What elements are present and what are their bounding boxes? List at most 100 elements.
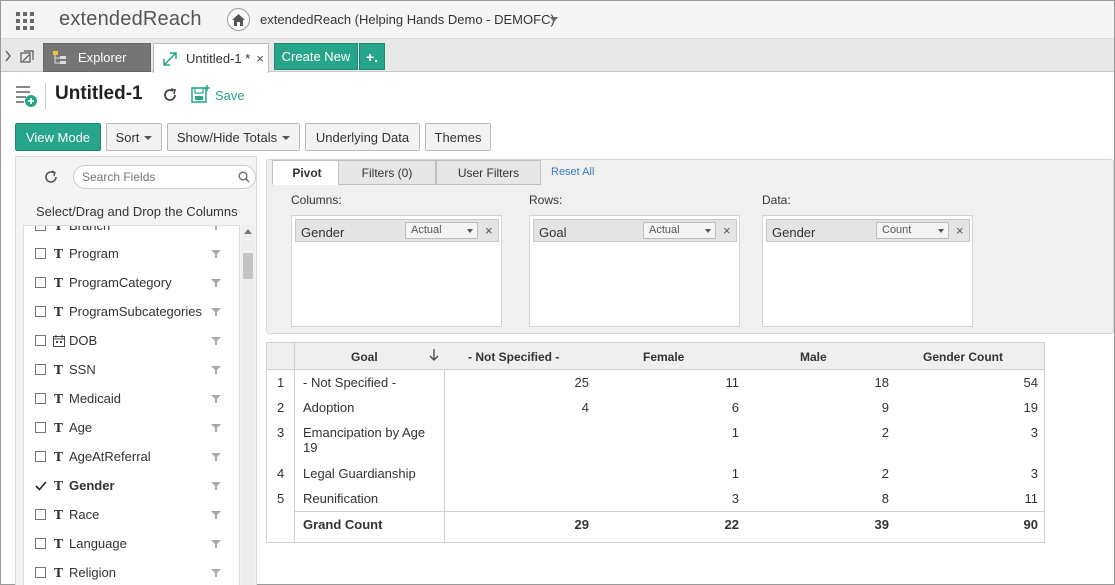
field-item-gender[interactable]: T Gender [24,471,239,500]
field-checkbox[interactable] [35,364,46,375]
save-icon[interactable] [191,84,211,104]
cell-value[interactable]: 8 [829,491,889,506]
field-checkbox[interactable] [35,567,46,578]
grand-count-value[interactable]: 29 [529,517,589,532]
header-gender-count[interactable]: Gender Count [923,350,1003,364]
filter-funnel-icon[interactable] [211,568,221,578]
app-launcher-icon[interactable] [16,12,34,30]
rows-aggregation-select[interactable]: Actual [643,222,716,239]
field-item-race[interactable]: T Race [24,500,239,529]
header-male[interactable]: Male [800,350,827,364]
tab-pivot[interactable]: Pivot [272,160,342,185]
panel-toggle-chevron-icon[interactable] [4,50,12,62]
cell-value[interactable]: 3 [978,466,1038,481]
org-dropdown-chevron-icon[interactable] [550,17,558,22]
field-checkbox[interactable] [35,538,46,549]
field-item-ageatreferral[interactable]: T AgeAtReferral [24,442,239,471]
show-hide-totals-button[interactable]: Show/Hide Totals [167,123,300,151]
refresh-icon[interactable] [161,86,179,104]
field-checkbox[interactable] [35,248,46,259]
grand-count-value[interactable]: 90 [978,517,1038,532]
field-checkbox[interactable] [35,422,46,433]
cell-value[interactable]: 9 [829,400,889,415]
cell-value[interactable]: 1 [679,466,739,481]
tab-explorer[interactable]: Explorer [43,43,151,72]
cell-value[interactable]: 25 [529,375,589,390]
filter-funnel-icon[interactable] [211,423,221,433]
remove-chip-icon[interactable]: × [485,223,493,238]
grand-count-value[interactable]: 22 [679,517,739,532]
filter-funnel-icon[interactable] [211,510,221,520]
cell-value[interactable]: 18 [829,375,889,390]
field-checkbox[interactable] [35,306,46,317]
search-fields-input[interactable] [73,165,256,189]
filter-funnel-icon[interactable] [211,278,221,288]
filter-funnel-icon[interactable] [211,539,221,549]
save-button[interactable]: Save [215,88,245,103]
field-item-language[interactable]: T Language [24,529,239,558]
columns-field-chip[interactable]: Gender Actual × [295,219,499,242]
cell-value[interactable]: 6 [679,400,739,415]
remove-chip-icon[interactable]: × [956,223,964,238]
sort-button[interactable]: Sort [106,123,162,151]
view-mode-button[interactable]: View Mode [15,123,101,151]
data-drop-zone[interactable]: Gender Count × [762,215,973,327]
checkmark-icon[interactable] [35,480,47,492]
restore-icon[interactable] [20,50,34,64]
field-item-programcategory[interactable]: T ProgramCategory [24,268,239,297]
header-not-specified[interactable]: - Not Specified - [468,350,559,364]
filter-funnel-icon[interactable] [211,225,221,231]
cell-value[interactable]: 1 [679,425,739,440]
field-checkbox[interactable] [35,226,46,231]
cell-value[interactable]: 3 [679,491,739,506]
org-title[interactable]: extendedReach (Helping Hands Demo - DEMO… [260,12,555,27]
header-goal[interactable]: Goal [351,350,378,364]
filter-funnel-icon[interactable] [211,394,221,404]
filter-funnel-icon[interactable] [211,336,221,346]
field-checkbox[interactable] [35,335,46,346]
filter-funnel-icon[interactable] [211,452,221,462]
data-field-chip[interactable]: Gender Count × [766,219,970,242]
field-item-age[interactable]: T Age [24,413,239,442]
filter-funnel-icon[interactable] [211,481,221,491]
field-item-programsubcategories[interactable]: T ProgramSubcategories [24,297,239,326]
scroll-up-arrow-icon[interactable] [244,229,252,234]
field-item-medicaid[interactable]: T Medicaid [24,384,239,413]
tab-filters[interactable]: Filters (0) [338,160,436,185]
cell-value[interactable]: 4 [529,400,589,415]
field-checkbox[interactable] [35,509,46,520]
remove-chip-icon[interactable]: × [723,223,731,238]
field-item-ssn[interactable]: T SSN [24,355,239,384]
rows-drop-zone[interactable]: Goal Actual × [529,215,740,327]
columns-drop-zone[interactable]: Gender Actual × [291,215,502,327]
scrollbar-thumb[interactable] [243,253,253,279]
filter-funnel-icon[interactable] [211,365,221,375]
sort-down-arrow-icon[interactable] [429,349,439,362]
filter-funnel-icon[interactable] [211,307,221,317]
grand-count-value[interactable]: 39 [829,517,889,532]
field-item-dob[interactable]: DOB [24,326,239,355]
header-female[interactable]: Female [643,350,684,364]
data-aggregation-select[interactable]: Count [876,222,949,239]
rows-field-chip[interactable]: Goal Actual × [533,219,737,242]
close-tab-icon[interactable]: × [256,51,264,66]
field-checkbox[interactable] [35,277,46,288]
report-title[interactable]: Untitled-1 [55,83,143,105]
field-item-religion[interactable]: T Religion [24,558,239,585]
field-checkbox[interactable] [35,451,46,462]
cell-value[interactable]: 11 [978,491,1039,506]
cell-value[interactable]: 2 [829,466,889,481]
field-item-branch[interactable]: T Branch [24,225,239,240]
create-new-button[interactable]: Create New [274,43,358,70]
cell-value[interactable]: 3 [978,425,1038,440]
reset-all-link[interactable]: Reset All [551,166,594,178]
themes-button[interactable]: Themes [425,123,491,151]
refresh-fields-icon[interactable] [43,169,59,185]
field-list-scrollbar[interactable] [241,225,255,585]
create-new-menu-button[interactable]: +. [359,43,385,70]
cell-value[interactable]: 54 [978,375,1038,390]
home-icon[interactable] [227,8,250,31]
filter-funnel-icon[interactable] [211,249,221,259]
field-checkbox[interactable] [35,393,46,404]
cell-value[interactable]: 11 [679,375,740,390]
